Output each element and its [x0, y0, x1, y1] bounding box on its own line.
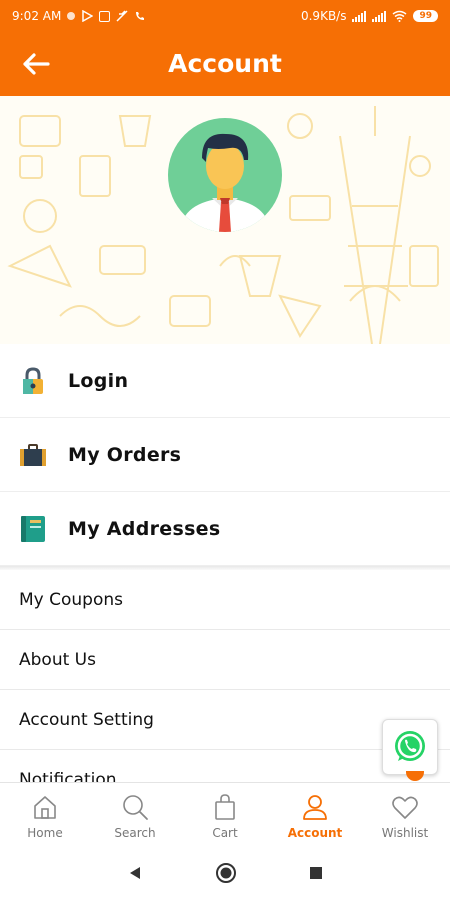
signal-icon — [372, 10, 387, 22]
tab-label: Wishlist — [381, 826, 429, 840]
tab-search[interactable]: Search — [90, 783, 180, 846]
recents-square-icon[interactable] — [309, 866, 323, 880]
tab-home[interactable]: Home — [0, 783, 90, 846]
tab-account[interactable]: Account — [270, 783, 360, 846]
system-nav-bar — [0, 846, 450, 900]
profile-header — [0, 96, 450, 344]
tab-label: Home — [27, 826, 63, 840]
signal-icon — [352, 10, 367, 22]
home-icon — [34, 796, 56, 819]
battery-icon: 99 — [413, 10, 438, 22]
menu-item-about-us[interactable]: About Us — [0, 630, 450, 690]
status-bar: 9:02 AM 0.9KB/s 99 — [0, 0, 450, 32]
page-title: Account — [168, 49, 282, 78]
search-icon — [123, 795, 148, 820]
menu-item-my-coupons[interactable]: My Coupons — [0, 570, 450, 630]
padlock-icon — [23, 366, 43, 394]
menu-item-my-addresses[interactable]: My Addresses — [0, 492, 450, 566]
tab-wishlist[interactable]: Wishlist — [360, 783, 450, 846]
mute-icon — [116, 10, 128, 22]
missed-call-icon — [136, 12, 145, 20]
tab-label: Search — [114, 826, 156, 840]
whatsapp-icon — [395, 731, 425, 761]
menu-item-my-orders[interactable]: My Orders — [0, 418, 450, 492]
wifi-icon — [393, 10, 407, 22]
back-triangle-icon[interactable] — [127, 865, 143, 881]
briefcase-icon — [20, 443, 46, 466]
record-dot-icon — [67, 12, 76, 20]
whatsapp-button[interactable] — [382, 719, 438, 775]
network-speed: 0.9KB/s — [300, 9, 347, 23]
arrow-left-icon[interactable] — [20, 48, 52, 80]
status-time: 9:02 AM — [12, 9, 62, 23]
bottom-nav: Home Search Cart Account Wishlist — [0, 782, 450, 846]
tab-label: Account — [287, 826, 343, 840]
shopping-bag-icon — [215, 794, 235, 820]
menu-item-login[interactable]: Login — [0, 344, 450, 418]
address-book-icon — [21, 515, 45, 542]
status-right: 0.9KB/s 99 — [301, 9, 438, 23]
menu-item-label: Login — [68, 369, 129, 392]
menu-item-label: My Orders — [68, 443, 182, 466]
status-left: 9:02 AM — [12, 9, 146, 23]
menu-item-label: My Addresses — [68, 517, 221, 540]
tab-cart[interactable]: Cart — [180, 783, 270, 846]
app-bar: Account — [0, 32, 450, 96]
notification-box-icon — [99, 10, 111, 22]
user-icon — [303, 795, 327, 820]
heart-icon — [392, 796, 418, 819]
tab-label: Cart — [212, 826, 238, 840]
user-avatar-icon — [168, 118, 282, 232]
home-circle-icon[interactable] — [215, 862, 237, 884]
play-store-icon — [82, 10, 94, 22]
